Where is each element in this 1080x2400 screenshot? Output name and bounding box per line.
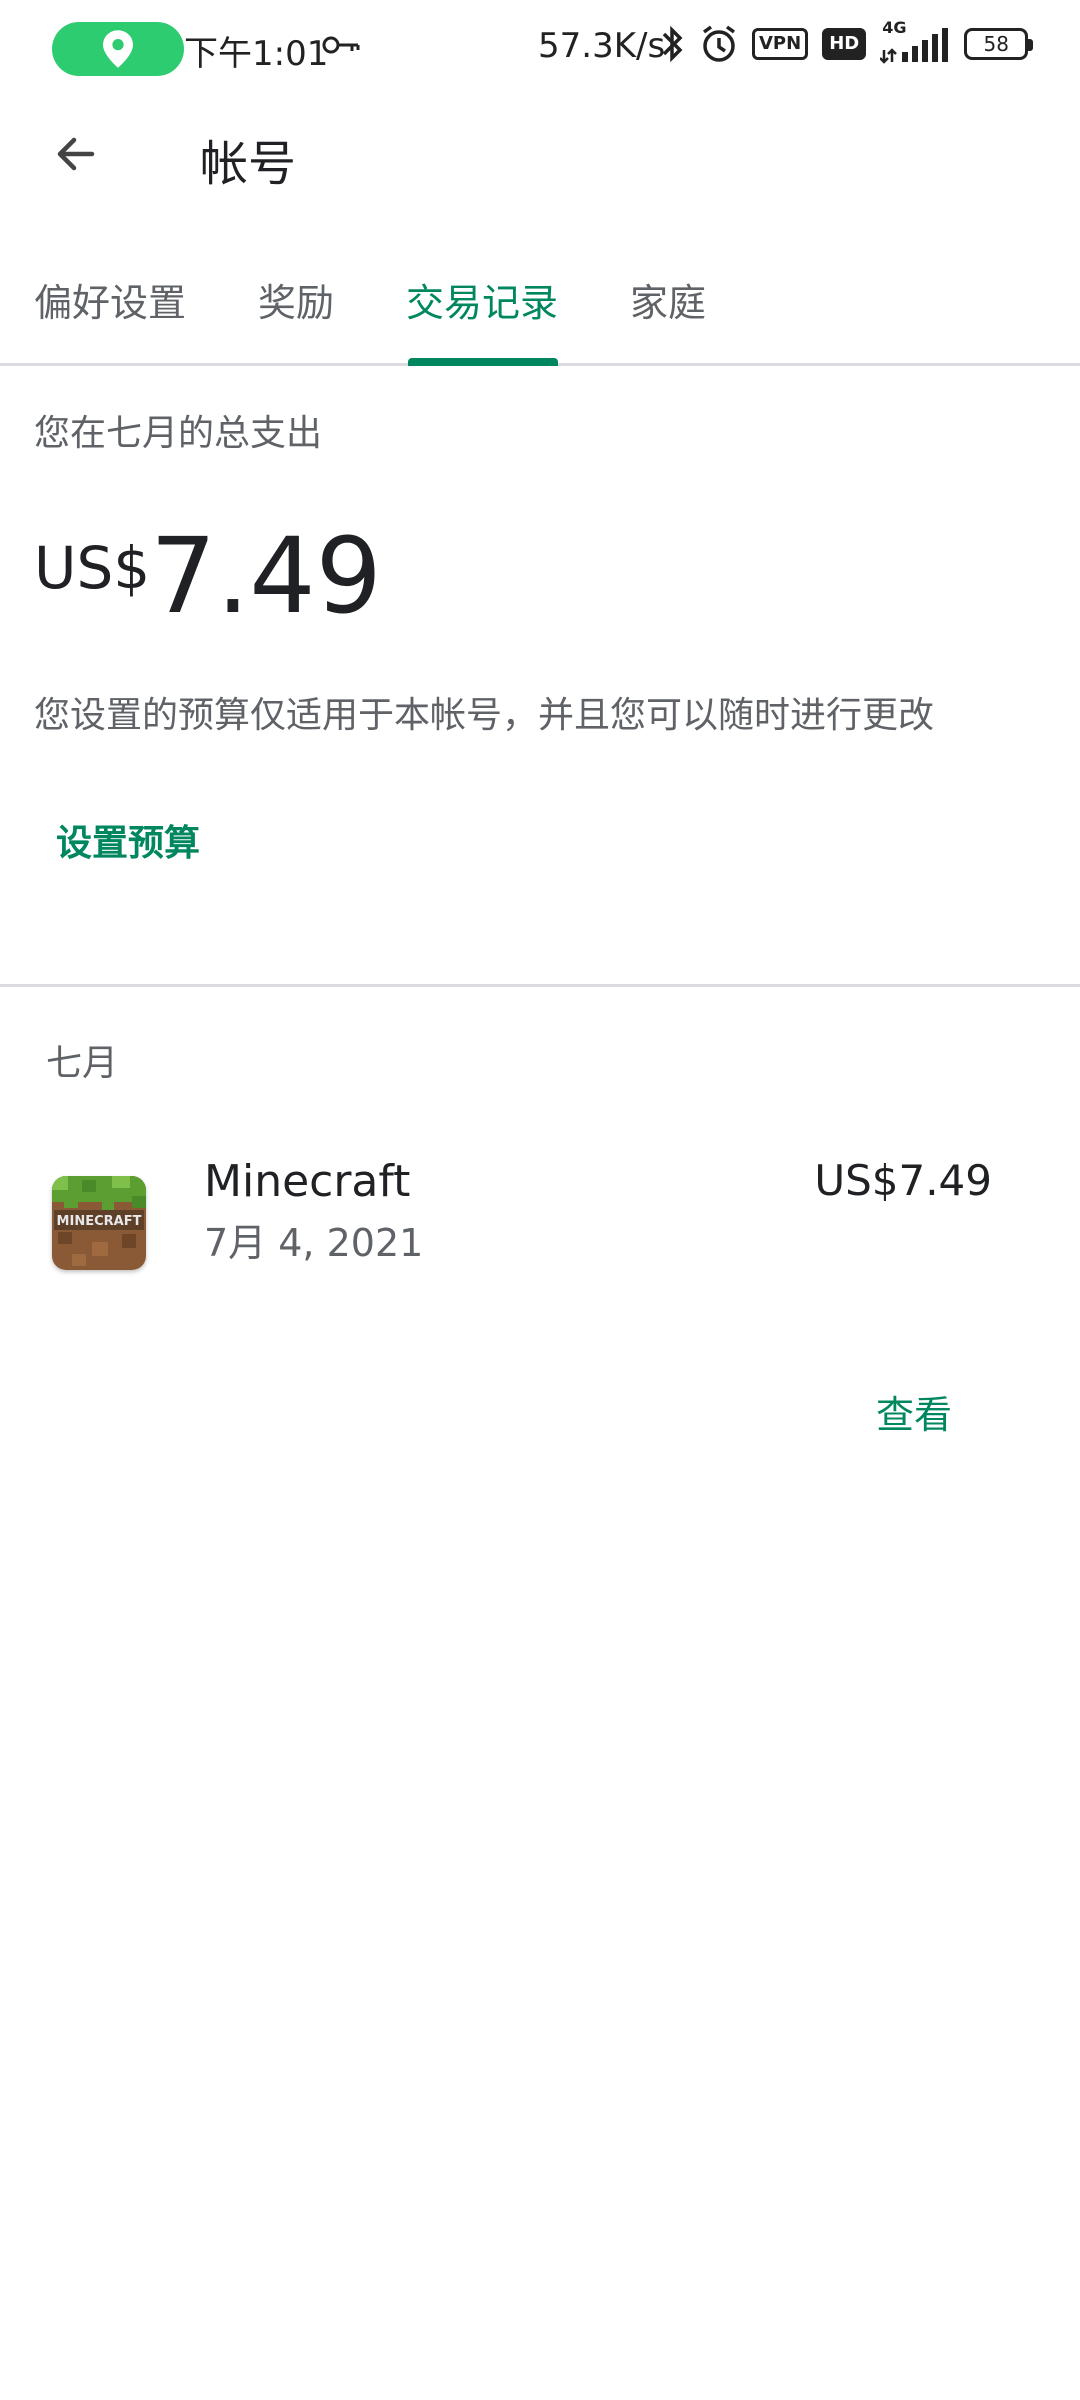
arrow-back-icon [57,137,95,171]
tab-rewards[interactable]: 奖励 [258,272,334,327]
view-button[interactable]: 查看 [876,1384,952,1439]
tab-bar: 偏好设置 奖励 交易记录 家庭 [0,240,1080,366]
currency-label: US$ [34,534,151,602]
tab-preferences[interactable]: 偏好设置 [34,272,186,327]
back-button[interactable] [40,118,112,190]
total-spending: US$ 7.49 [34,520,382,632]
transaction-date: 7月 4, 2021 [204,1221,424,1265]
month-header: 七月 [46,1043,119,1084]
bluetooth-icon [662,25,683,63]
signal-icon: 4G [880,18,950,64]
transaction-row[interactable]: MINECRAFT Minecraft 7月 4, 2021 US$7.49 [0,1150,1080,1290]
section-divider [0,984,1080,987]
status-bar: 下午1:01 57.3K/s VPN HD 4G 58 [0,0,1080,96]
minecraft-app-icon: MINECRAFT [52,1176,146,1270]
spending-label: 您在七月的总支出 [34,413,323,454]
location-icon [103,30,133,68]
active-tab-indicator [408,358,558,366]
alarm-icon [702,25,736,62]
status-time: 下午1:01 [184,34,329,74]
page-title: 帐号 [200,136,297,192]
set-budget-button[interactable]: 设置预算 [56,814,200,866]
vpn-badge: VPN [752,28,809,60]
transaction-title: Minecraft [204,1156,411,1207]
app-bar: 帐号 [0,96,1080,216]
budget-note: 您设置的预算仅适用于本帐号，并且您可以随时进行更改 [34,695,935,736]
network-speed: 57.3K/s [538,26,666,66]
tab-transactions[interactable]: 交易记录 [406,272,558,327]
key-icon [322,34,360,60]
app-icon-wordmark: MINECRAFT [57,1214,142,1229]
battery-indicator: 58 [964,28,1034,60]
tab-family[interactable]: 家庭 [630,272,706,327]
hd-badge: HD [822,28,867,60]
transaction-price: US$7.49 [814,1156,992,1205]
location-indicator[interactable] [52,22,184,76]
amount-value: 7.49 [150,515,382,637]
